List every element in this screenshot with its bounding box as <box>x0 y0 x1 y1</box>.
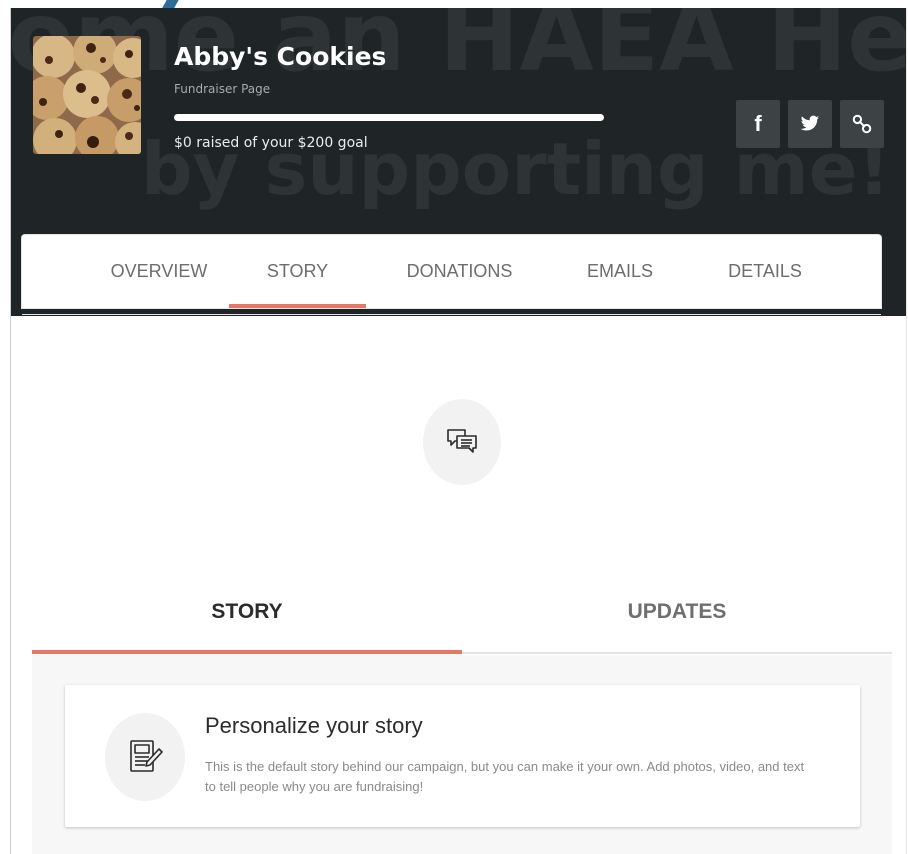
card-heading: Personalize your story <box>205 713 423 738</box>
raised-amount-text: $0 raised of your $200 goal <box>174 135 368 151</box>
subtab-updates[interactable]: UPDATES <box>462 570 892 654</box>
tab-story[interactable]: STORY <box>229 235 366 308</box>
facebook-icon: f <box>754 111 762 136</box>
twitter-icon <box>800 115 820 131</box>
tab-overview[interactable]: OVERVIEW <box>84 235 234 308</box>
tab-details[interactable]: DETAILS <box>710 235 820 308</box>
campaign-subtitle: Fundraiser Page <box>174 82 271 96</box>
personalize-story-card[interactable]: Personalize your story This is the defau… <box>65 685 860 827</box>
tab-emails[interactable]: EMAILS <box>570 235 670 308</box>
card-description: This is the default story behind our cam… <box>205 759 805 794</box>
document-edit-icon <box>130 740 163 772</box>
goal-progress-bar <box>174 114 604 121</box>
campaign-avatar <box>33 36 141 154</box>
link-icon <box>852 114 872 134</box>
subtab-story[interactable]: STORY <box>32 570 462 654</box>
hero-watermark-line-1: come an HAEA He <box>11 8 906 93</box>
chat-bubbles-icon <box>447 429 477 453</box>
nav-divider <box>22 314 881 315</box>
copy-link-button[interactable] <box>840 100 884 148</box>
document-icon-badge <box>105 713 185 801</box>
page-nav: OVERVIEW STORY DONATIONS EMAILS DETAILS <box>22 235 881 308</box>
twitter-share-button[interactable] <box>788 100 832 148</box>
facebook-share-button[interactable]: f <box>736 100 780 148</box>
page-edge-right <box>906 8 907 854</box>
campaign-title: Abby's Cookies <box>174 42 387 71</box>
story-icon-badge <box>423 399 501 485</box>
tab-donations[interactable]: DONATIONS <box>392 235 527 308</box>
subtab-active-indicator <box>32 650 462 654</box>
story-subtabs: STORY UPDATES <box>32 570 892 656</box>
